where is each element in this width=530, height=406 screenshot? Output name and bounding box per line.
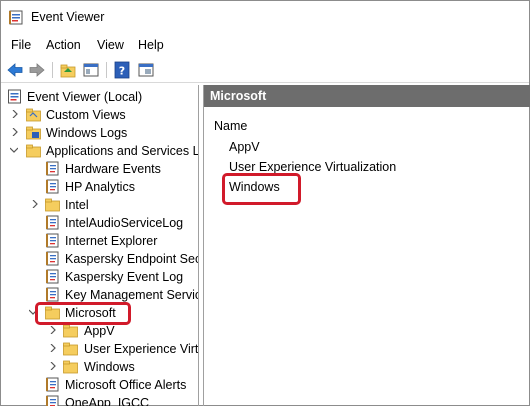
log-icon xyxy=(46,377,59,392)
log-icon xyxy=(46,269,59,284)
svg-text:?: ? xyxy=(119,65,125,78)
chevron-down-icon[interactable] xyxy=(10,146,18,154)
windows-highlight xyxy=(222,173,301,205)
tree-item-microsoft-office-alerts[interactable]: Microsoft Office Alerts xyxy=(1,376,198,394)
back-icon[interactable] xyxy=(6,61,24,79)
toolbar-separator xyxy=(52,62,53,78)
tree-item-windows[interactable]: Windows xyxy=(1,358,198,376)
tree-item-intelaudioservicelog[interactable]: IntelAudioServiceLog xyxy=(1,214,198,232)
tree-item-user-experience-virtualization[interactable]: User Experience Virtu xyxy=(1,340,199,358)
toolbar-separator xyxy=(106,62,107,78)
tree-label: Windows Logs xyxy=(46,126,128,140)
log-icon xyxy=(46,251,59,266)
results-pane: Microsoft Name AppV User Experience Virt… xyxy=(203,85,530,406)
tree-item-hardware-events[interactable]: Hardware Events xyxy=(1,160,198,178)
event-viewer-window: Event Viewer File Action View Help ? Eve… xyxy=(0,0,530,406)
tree-label: Internet Explorer xyxy=(65,234,158,248)
tree-label: IntelAudioServiceLog xyxy=(65,216,184,230)
tree-label: HP Analytics xyxy=(65,180,135,194)
toolbar: ? xyxy=(1,57,529,83)
column-header-name[interactable]: Name xyxy=(214,119,247,133)
folder-icon xyxy=(26,144,41,158)
folder-icon xyxy=(26,108,41,122)
console-tree: Event Viewer (Local) Custom Views Window… xyxy=(1,85,199,406)
chevron-right-icon[interactable] xyxy=(11,110,19,118)
log-icon xyxy=(46,215,59,230)
chevron-right-icon[interactable] xyxy=(31,200,39,208)
menu-view[interactable]: View xyxy=(97,38,124,52)
list-item-appv[interactable]: AppV xyxy=(229,140,260,154)
up-folder-icon[interactable] xyxy=(59,61,77,79)
tree-item-oneapp-igcc[interactable]: OneApp_IGCC xyxy=(1,394,198,406)
tree-item-intel[interactable]: Intel xyxy=(1,196,198,214)
pane-header: Microsoft xyxy=(204,85,530,107)
tree-label: Microsoft Office Alerts xyxy=(65,378,187,392)
tree-item-internet-explorer[interactable]: Internet Explorer xyxy=(1,232,198,250)
tree-item-kaspersky-endpoint-security[interactable]: Kaspersky Endpoint Secu xyxy=(1,250,199,268)
tree-label: Custom Views xyxy=(46,108,126,122)
folder-icon xyxy=(45,198,60,212)
menu-help[interactable]: Help xyxy=(138,38,164,52)
tree-item-event-viewer-local[interactable]: Event Viewer (Local) xyxy=(1,88,198,106)
tree-item-windows-logs[interactable]: Windows Logs xyxy=(1,124,198,142)
folder-icon xyxy=(63,360,78,374)
logs-folder-icon xyxy=(26,126,41,140)
event-viewer-icon xyxy=(8,89,21,104)
log-icon xyxy=(46,179,59,194)
tree-item-kaspersky-event-log[interactable]: Kaspersky Event Log xyxy=(1,268,198,286)
tree-item-custom-views[interactable]: Custom Views xyxy=(1,106,198,124)
tree-label: Windows xyxy=(84,360,135,374)
chevron-right-icon[interactable] xyxy=(49,326,57,334)
title-bar: Event Viewer xyxy=(1,1,529,33)
tree-label: Hardware Events xyxy=(65,162,161,176)
chevron-right-icon[interactable] xyxy=(49,362,57,370)
tree-label: Applications and Services Lo xyxy=(46,144,199,158)
microsoft-highlight xyxy=(35,302,131,325)
help-icon[interactable]: ? xyxy=(113,61,131,79)
tree-label: OneApp_IGCC xyxy=(65,396,150,406)
list-item-user-experience-virtualization[interactable]: User Experience Virtualization xyxy=(229,160,396,174)
tree-label: Event Viewer (Local) xyxy=(27,90,143,104)
chevron-right-icon[interactable] xyxy=(11,128,19,136)
menu-file[interactable]: File xyxy=(11,38,31,52)
folder-icon xyxy=(63,342,78,356)
properties-icon[interactable] xyxy=(137,61,155,79)
tree-label: Key Management Service xyxy=(65,288,199,302)
tree-label: Intel xyxy=(65,198,89,212)
log-icon xyxy=(46,161,59,176)
tree-item-applications-and-services-logs[interactable]: Applications and Services Lo xyxy=(1,142,199,160)
window-title: Event Viewer xyxy=(31,10,105,24)
log-icon xyxy=(46,395,59,406)
folder-icon xyxy=(63,324,78,338)
tree-label: Kaspersky Endpoint Secu xyxy=(65,252,199,266)
menu-action[interactable]: Action xyxy=(46,38,81,52)
chevron-right-icon[interactable] xyxy=(49,344,57,352)
tree-label: User Experience Virtu xyxy=(84,342,199,356)
log-icon xyxy=(46,287,59,302)
show-hide-tree-icon[interactable] xyxy=(82,61,100,79)
menu-bar: File Action View Help xyxy=(1,35,529,55)
log-icon xyxy=(46,233,59,248)
forward-icon[interactable] xyxy=(28,61,46,79)
event-viewer-app-icon xyxy=(9,10,23,25)
tree-label: AppV xyxy=(84,324,115,338)
tree-item-hp-analytics[interactable]: HP Analytics xyxy=(1,178,198,196)
tree-label: Kaspersky Event Log xyxy=(65,270,184,284)
